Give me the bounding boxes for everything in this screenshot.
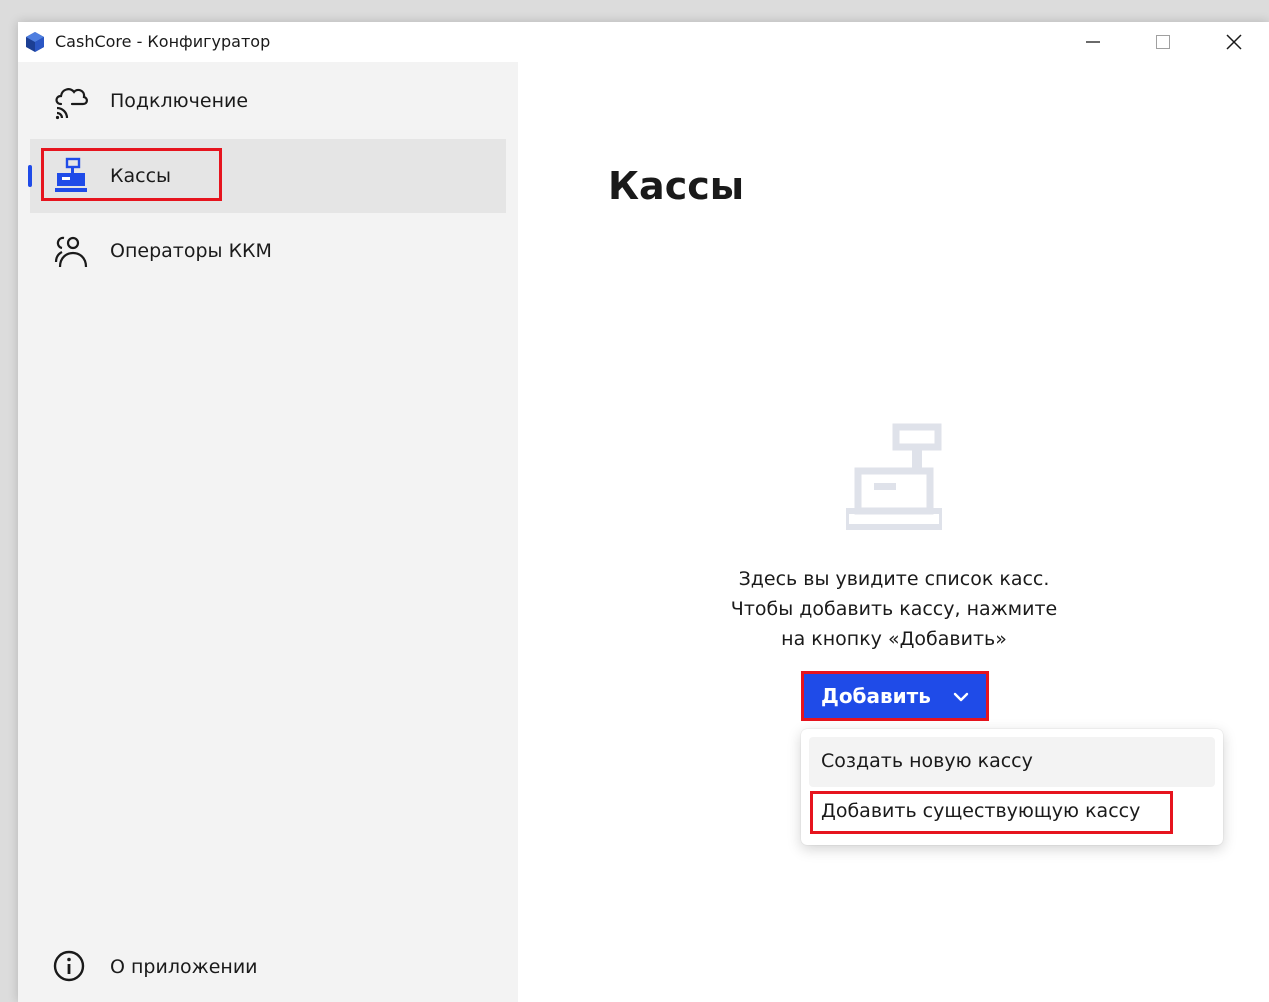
menu-item-label: Добавить существующую кассу (821, 800, 1141, 822)
cash-register-icon (846, 423, 942, 530)
page-title: Кассы (608, 164, 745, 208)
sidebar-item-label: О приложении (110, 956, 258, 978)
sidebar-item-about[interactable]: О приложении (30, 930, 506, 1002)
maximize-icon (1156, 35, 1170, 49)
sidebar: Подключение Кассы Операторы ККМ О прилож… (18, 62, 518, 1002)
maximize-button[interactable] (1128, 22, 1198, 62)
menu-item-label: Создать новую кассу (821, 750, 1033, 772)
empty-state-line: Здесь вы увидите список касс. (738, 568, 1050, 590)
main-content: Кассы Здесь вы увидите список касс. Чтоб… (518, 62, 1269, 1002)
window-title: CashCore - Конфигуратор (55, 32, 271, 51)
menu-item-create-register[interactable]: Создать новую кассу (809, 737, 1215, 787)
add-button-label: Добавить (821, 684, 931, 708)
minimize-icon (1086, 41, 1100, 43)
chevron-down-icon (953, 692, 969, 702)
sidebar-item-label: Операторы ККМ (110, 240, 272, 262)
info-icon (53, 950, 85, 982)
menu-item-add-existing-register[interactable]: Добавить существующую кассу (809, 787, 1215, 837)
add-dropdown-menu: Создать новую кассу Добавить существующу… (801, 729, 1223, 845)
cash-register-icon (55, 157, 87, 192)
sidebar-item-label: Кассы (110, 165, 172, 187)
selection-indicator (28, 165, 32, 187)
title-bar: CashCore - Конфигуратор (18, 22, 1269, 62)
empty-state-line: Чтобы добавить кассу, нажмите (730, 598, 1058, 620)
sidebar-item-label: Подключение (110, 90, 249, 112)
app-window: CashCore - Конфигуратор Подключение Касс… (18, 22, 1269, 1002)
close-icon (1226, 34, 1242, 50)
sidebar-item-operators[interactable]: Операторы ККМ (30, 214, 506, 288)
cloud-connection-icon (55, 88, 88, 120)
minimize-button[interactable] (1058, 22, 1128, 62)
cube-icon (26, 32, 44, 52)
add-button[interactable]: Добавить (801, 671, 989, 721)
users-icon (54, 236, 88, 268)
empty-state-line: на кнопку «Добавить» (781, 628, 1007, 650)
sidebar-item-registers[interactable]: Кассы (28, 139, 506, 213)
close-window-button[interactable] (1199, 22, 1269, 62)
empty-state-message: Здесь вы увидите список касс. Чтобы доба… (694, 564, 1094, 654)
sidebar-item-connection[interactable]: Подключение (30, 64, 506, 138)
